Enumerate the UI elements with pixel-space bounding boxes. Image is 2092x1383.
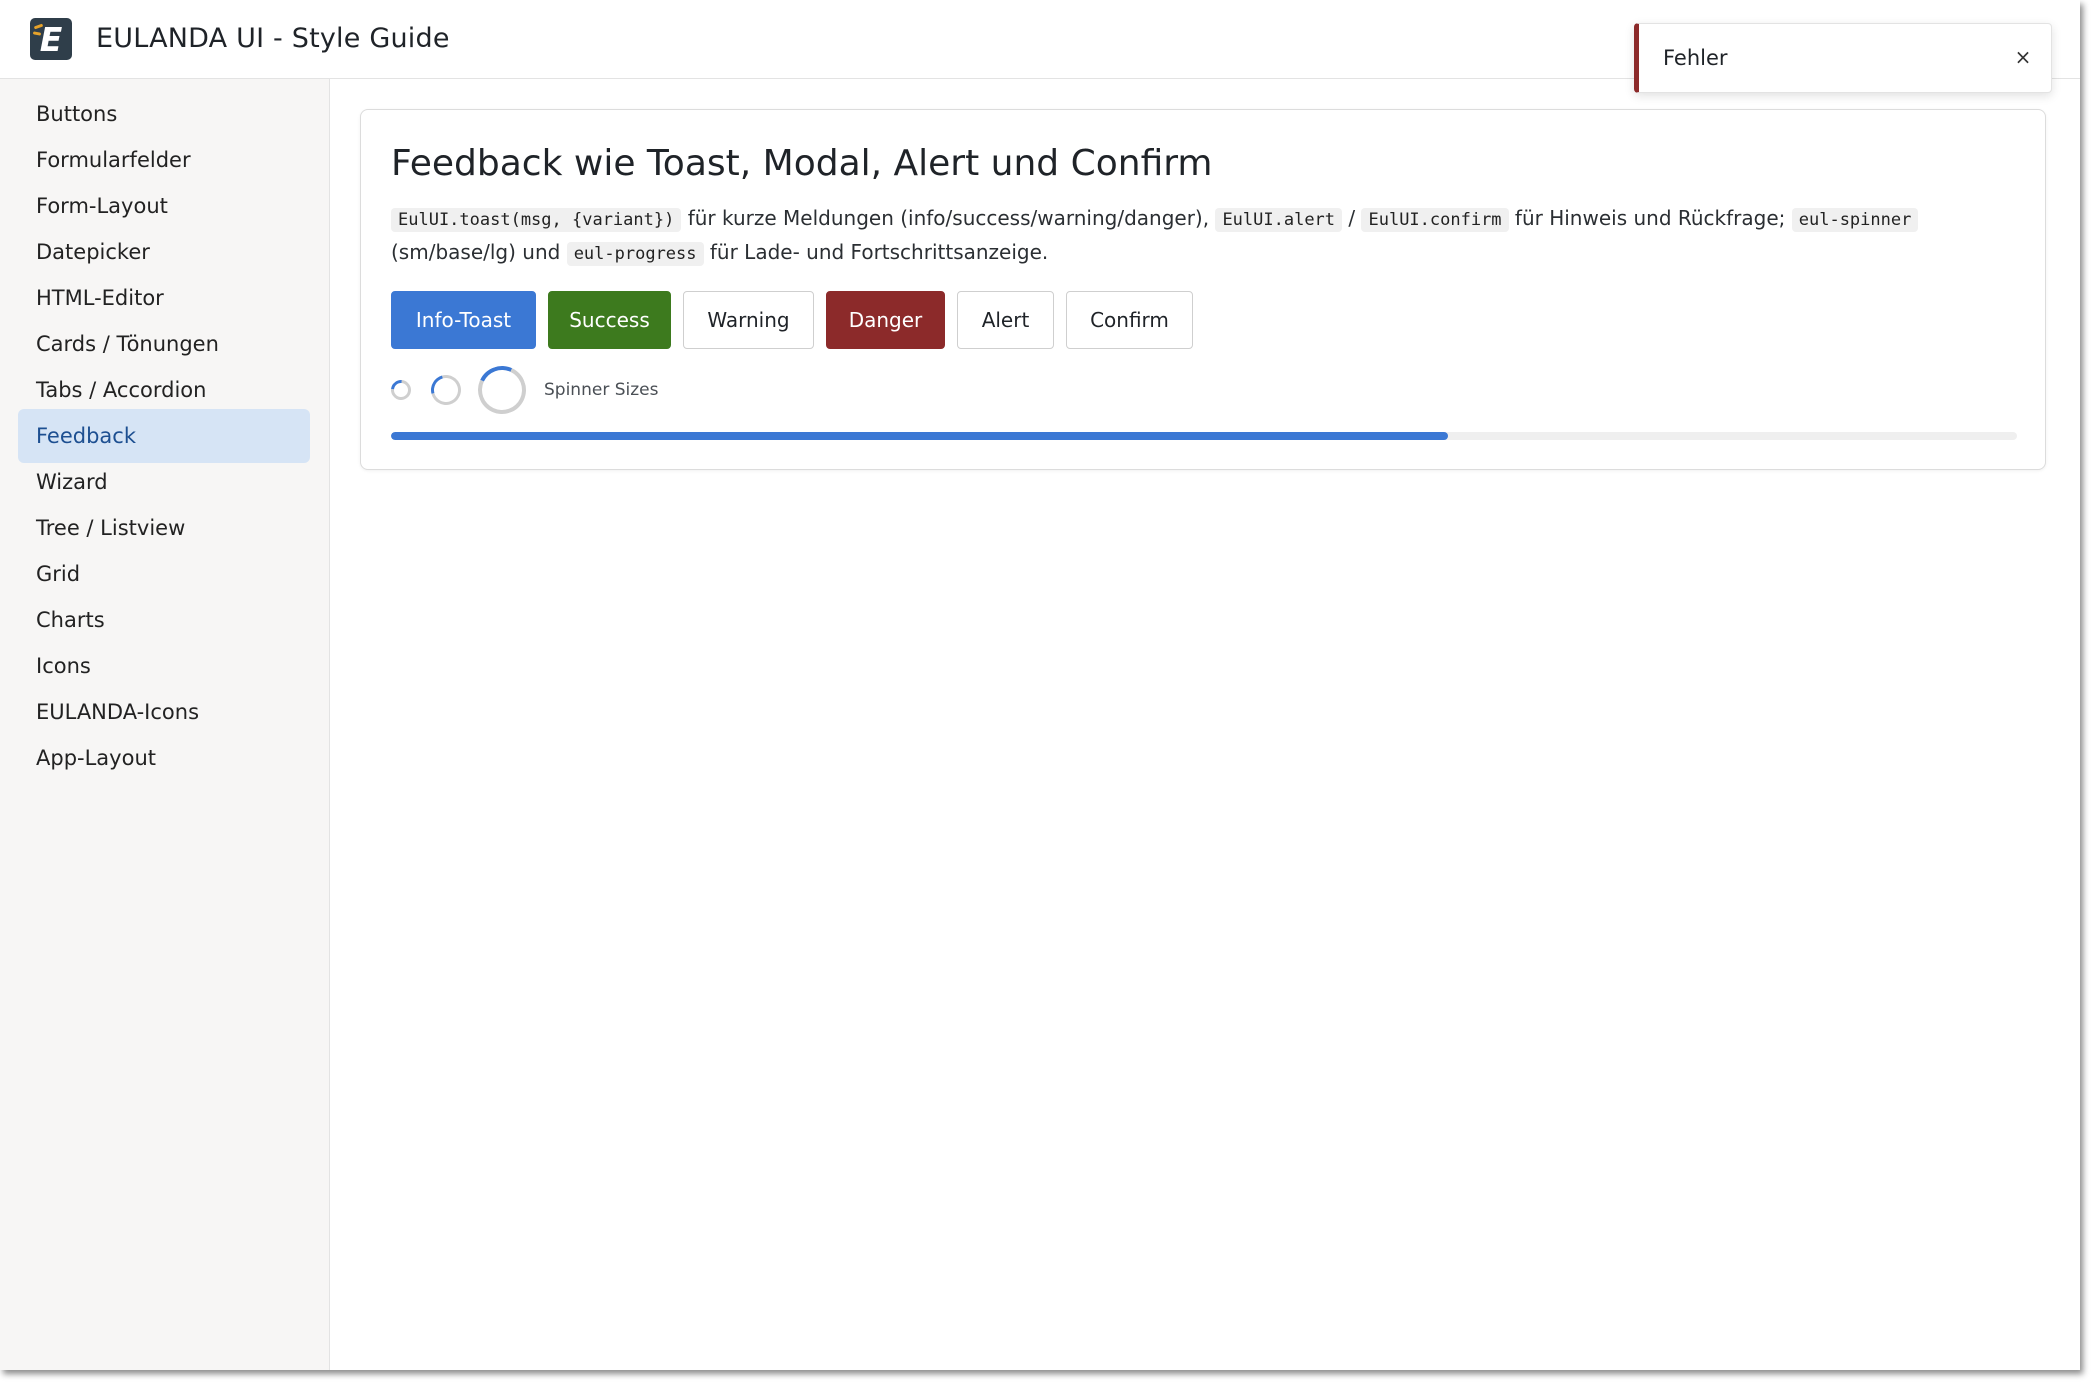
code-toast: EulUI.toast(msg, {variant}) [391, 208, 682, 232]
eulanda-logo-icon: E [30, 18, 72, 60]
progress-fill [391, 432, 1448, 440]
success-button[interactable]: Success [548, 291, 671, 349]
code-progress: eul-progress [566, 242, 704, 266]
spinner-label: Spinner Sizes [544, 380, 659, 400]
sidebar-item-app-layout[interactable]: App-Layout [18, 731, 310, 785]
code-spinner: eul-spinner [1791, 208, 1919, 232]
card-title: Feedback wie Toast, Modal, Alert und Con… [391, 143, 1213, 184]
code-confirm: EulUI.confirm [1361, 208, 1509, 232]
warning-button[interactable]: Warning [683, 291, 814, 349]
desc-text: (sm/base/lg) und [391, 240, 567, 264]
alert-button[interactable]: Alert [957, 291, 1054, 349]
code-alert: EulUI.alert [1215, 208, 1343, 232]
feedback-card: Feedback wie Toast, Modal, Alert und Con… [360, 109, 2046, 470]
desc-text: für kurze Meldungen (info/success/warnin… [681, 206, 1216, 230]
app-title: EULANDA UI - Style Guide [96, 23, 450, 54]
toast-message: Fehler [1663, 46, 1728, 70]
app-window: E EULANDA UI - Style Guide Buttons Formu… [0, 0, 2080, 1370]
desc-text: für Lade- und Fortschrittsanzeige. [703, 240, 1049, 264]
spinner-sm-icon [386, 375, 416, 405]
sidebar-nav: Buttons Formularfelder Form-Layout Datep… [0, 79, 330, 1370]
close-icon[interactable]: × [2009, 42, 2037, 72]
desc-text: für Hinweis und Rückfrage; [1508, 206, 1792, 230]
logo-letter: E [39, 20, 63, 59]
spinner-base-icon [425, 369, 467, 411]
spinner-row: Spinner Sizes [386, 359, 991, 421]
card-description: EulUI.toast(msg, {variant}) für kurze Me… [391, 202, 2031, 270]
danger-button[interactable]: Danger [826, 291, 945, 349]
main-content: Feedback wie Toast, Modal, Alert und Con… [330, 79, 2080, 1370]
desc-separator: / [1342, 206, 1362, 230]
spinner-lg-icon [471, 359, 533, 421]
info-toast-button[interactable]: Info-Toast [391, 291, 536, 349]
progress-bar [391, 432, 2017, 440]
confirm-button[interactable]: Confirm [1066, 291, 1193, 349]
toast-danger: Fehler × [1634, 23, 2052, 93]
